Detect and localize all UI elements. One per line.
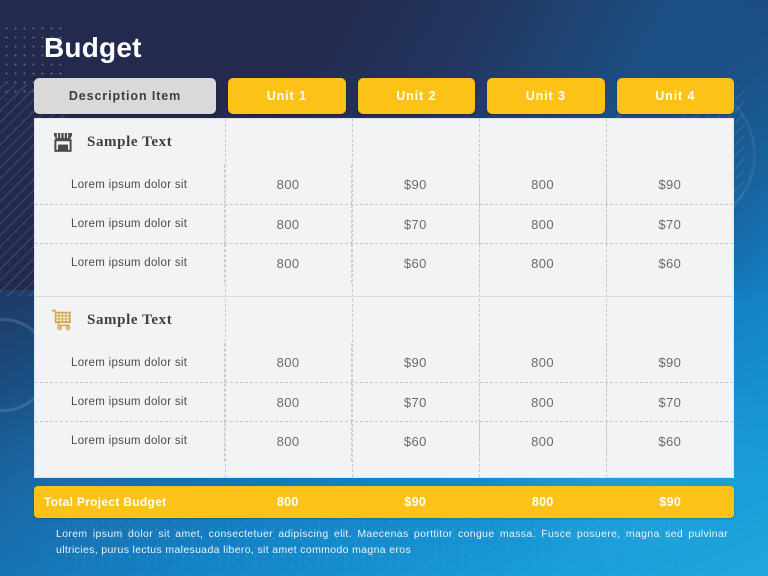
group-bottom-spacer xyxy=(35,460,733,474)
budget-table-body: Sample Text Lorem ipsum dolor sit 800 $9… xyxy=(34,118,734,478)
group-bottom-spacer xyxy=(35,282,733,296)
total-unit-4: $90 xyxy=(659,495,682,509)
column-header-description[interactable]: Description Item xyxy=(34,78,216,114)
cell-unit-3: 800 xyxy=(478,343,606,382)
group-title-row: Sample Text xyxy=(35,297,733,343)
table-row[interactable]: Lorem ipsum dolor sit 800 $90 800 $90 xyxy=(35,165,733,204)
cell-unit-2: $60 xyxy=(351,421,478,461)
cell-unit-4: $90 xyxy=(605,343,733,382)
page-title: Budget xyxy=(44,32,142,63)
cell-unit-1: 800 xyxy=(276,177,300,192)
cell-unit-2: $60 xyxy=(351,243,478,283)
row-description: Lorem ipsum dolor sit xyxy=(35,421,225,461)
cell-unit-1: 800 xyxy=(276,433,300,449)
table-header-row: Description Item Unit 1 Unit 2 Unit 3 Un… xyxy=(34,78,734,114)
table-row[interactable]: Lorem ipsum dolor sit 800 $60 800 $60 xyxy=(35,243,733,283)
row-description: Lorem ipsum dolor sit xyxy=(35,204,225,244)
row-description: Lorem ipsum dolor sit xyxy=(35,165,225,204)
slide-canvas: Budget Description Item Unit 1 Unit 2 Un… xyxy=(0,0,768,576)
total-row[interactable]: Total Project Budget 800 $90 800 $90 xyxy=(34,486,734,518)
cell-unit-2: $70 xyxy=(351,382,478,422)
total-unit-3: 800 xyxy=(531,495,554,509)
total-unit-2: $90 xyxy=(404,495,427,509)
group-title-label: Sample Text xyxy=(87,311,173,328)
cell-unit-1: 800 xyxy=(276,355,300,370)
table-group: Sample Text Lorem ipsum dolor sit 800 $9… xyxy=(35,296,733,474)
row-description: Lorem ipsum dolor sit xyxy=(35,243,225,283)
total-unit-1: 800 xyxy=(276,495,299,509)
table-row[interactable]: Lorem ipsum dolor sit 800 $60 800 $60 xyxy=(35,421,733,461)
shopping-cart-icon xyxy=(51,308,75,332)
cell-unit-1: 800 xyxy=(276,216,300,232)
store-icon xyxy=(51,130,75,154)
cell-unit-2: $90 xyxy=(351,343,478,382)
cell-unit-2: $90 xyxy=(351,165,478,204)
cell-unit-2: $70 xyxy=(351,204,478,244)
cell-unit-4: $60 xyxy=(605,421,733,461)
cell-unit-3: 800 xyxy=(478,243,606,283)
cell-unit-3: 800 xyxy=(478,421,606,461)
column-header-unit-3[interactable]: Unit 3 xyxy=(487,78,605,114)
cell-unit-4: $90 xyxy=(605,165,733,204)
cell-unit-4: $60 xyxy=(605,243,733,283)
cell-unit-3: 800 xyxy=(478,204,606,244)
column-header-unit-4[interactable]: Unit 4 xyxy=(616,78,734,114)
column-header-unit-1[interactable]: Unit 1 xyxy=(228,78,346,114)
cell-unit-3: 800 xyxy=(478,165,606,204)
cell-unit-3: 800 xyxy=(478,382,606,422)
cell-unit-4: $70 xyxy=(605,382,733,422)
cell-unit-1: 800 xyxy=(276,255,300,271)
total-label: Total Project Budget xyxy=(44,495,167,509)
table-row[interactable]: Lorem ipsum dolor sit 800 $90 800 $90 xyxy=(35,343,733,382)
table-row[interactable]: Lorem ipsum dolor sit 800 $70 800 $70 xyxy=(35,382,733,422)
cell-unit-1: 800 xyxy=(276,394,300,410)
footer-note: Lorem ipsum dolor sit amet, consectetuer… xyxy=(56,528,728,557)
row-description: Lorem ipsum dolor sit xyxy=(35,343,225,382)
group-title-row: Sample Text xyxy=(35,119,733,165)
column-header-unit-2[interactable]: Unit 2 xyxy=(357,78,475,114)
table-group: Sample Text Lorem ipsum dolor sit 800 $9… xyxy=(35,119,733,296)
group-title-label: Sample Text xyxy=(87,133,173,150)
table-row[interactable]: Lorem ipsum dolor sit 800 $70 800 $70 xyxy=(35,204,733,244)
cell-unit-4: $70 xyxy=(605,204,733,244)
row-description: Lorem ipsum dolor sit xyxy=(35,382,225,422)
